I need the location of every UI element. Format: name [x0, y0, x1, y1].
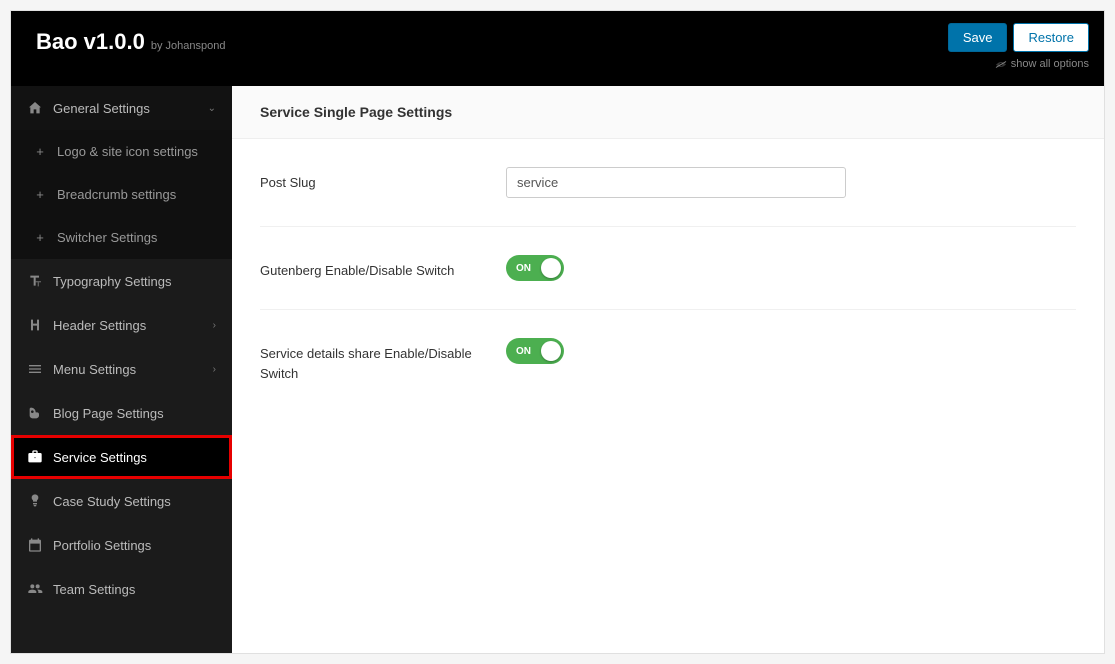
sidebar-item-case-study-settings[interactable]: Case Study Settings: [11, 479, 232, 523]
sidebar-item-label: Logo & site icon settings: [57, 144, 198, 159]
form-row-gutenberg: Gutenberg Enable/Disable Switch ON: [260, 227, 1076, 310]
sidebar-item-service-settings[interactable]: Service Settings: [11, 435, 232, 479]
sidebar: General Settings ⌄ + Logo & site icon se…: [11, 86, 232, 653]
share-label: Service details share Enable/Disable Swi…: [260, 338, 506, 383]
sidebar-item-label: General Settings: [53, 101, 150, 116]
sidebar-item-label: Menu Settings: [53, 362, 136, 377]
brand-author: by Johanspond: [151, 40, 226, 52]
case-study-icon: [27, 493, 43, 509]
header-icon: [27, 317, 43, 333]
content-header: Service Single Page Settings: [232, 86, 1104, 139]
sidebar-item-label: Switcher Settings: [57, 230, 157, 245]
gutenberg-label: Gutenberg Enable/Disable Switch: [260, 255, 506, 281]
toggle-state-label: ON: [516, 346, 531, 357]
brand: Bao v1.0.0 by Johanspond: [26, 11, 225, 55]
page-title: Service Single Page Settings: [260, 104, 1076, 120]
toggle-state-label: ON: [516, 263, 531, 274]
sidebar-item-logo-settings[interactable]: + Logo & site icon settings: [11, 130, 232, 173]
post-slug-label: Post Slug: [260, 167, 506, 193]
sidebar-item-portfolio-settings[interactable]: Portfolio Settings: [11, 523, 232, 567]
form-row-post-slug: Post Slug: [260, 139, 1076, 227]
sidebar-item-label: Service Settings: [53, 450, 147, 465]
sidebar-item-typography-settings[interactable]: Typography Settings: [11, 259, 232, 303]
eye-off-icon: [995, 60, 1007, 69]
panel-header: Bao v1.0.0 by Johanspond Save Restore sh…: [11, 11, 1104, 86]
restore-button[interactable]: Restore: [1013, 23, 1089, 52]
team-icon: [27, 581, 43, 597]
post-slug-input[interactable]: [506, 167, 846, 198]
toggle-knob: [541, 258, 561, 278]
portfolio-icon: [27, 537, 43, 553]
sidebar-item-header-settings[interactable]: Header Settings ›: [11, 303, 232, 347]
chevron-right-icon: ›: [213, 320, 216, 331]
sidebar-item-label: Case Study Settings: [53, 494, 171, 509]
sidebar-item-label: Typography Settings: [53, 274, 172, 289]
sidebar-item-label: Team Settings: [53, 582, 135, 597]
sidebar-item-general-settings[interactable]: General Settings ⌄: [11, 86, 232, 130]
show-all-options-link[interactable]: show all options: [995, 58, 1089, 70]
show-all-options-label: show all options: [1011, 58, 1089, 70]
toggle-knob: [541, 341, 561, 361]
sidebar-item-switcher-settings[interactable]: + Switcher Settings: [11, 216, 232, 259]
chevron-right-icon: ›: [213, 364, 216, 375]
share-toggle[interactable]: ON: [506, 338, 564, 364]
sidebar-item-breadcrumb-settings[interactable]: + Breadcrumb settings: [11, 173, 232, 216]
form-row-share: Service details share Enable/Disable Swi…: [260, 310, 1076, 411]
chevron-down-icon: ⌄: [208, 103, 216, 114]
menu-icon: [27, 361, 43, 377]
plus-icon: +: [33, 230, 47, 245]
sidebar-item-label: Breadcrumb settings: [57, 187, 176, 202]
brand-title: Bao v1.0.0: [36, 29, 145, 55]
sidebar-item-team-settings[interactable]: Team Settings: [11, 567, 232, 611]
blog-icon: [27, 405, 43, 421]
sidebar-item-label: Portfolio Settings: [53, 538, 151, 553]
content-area: Service Single Page Settings Post Slug G…: [232, 86, 1104, 653]
save-button[interactable]: Save: [948, 23, 1008, 52]
gutenberg-toggle[interactable]: ON: [506, 255, 564, 281]
plus-icon: +: [33, 187, 47, 202]
typography-icon: [27, 273, 43, 289]
service-icon: [27, 449, 43, 465]
sidebar-item-menu-settings[interactable]: Menu Settings ›: [11, 347, 232, 391]
home-icon: [27, 100, 43, 116]
sidebar-item-label: Blog Page Settings: [53, 406, 164, 421]
sidebar-item-blog-page-settings[interactable]: Blog Page Settings: [11, 391, 232, 435]
sidebar-item-label: Header Settings: [53, 318, 146, 333]
plus-icon: +: [33, 144, 47, 159]
